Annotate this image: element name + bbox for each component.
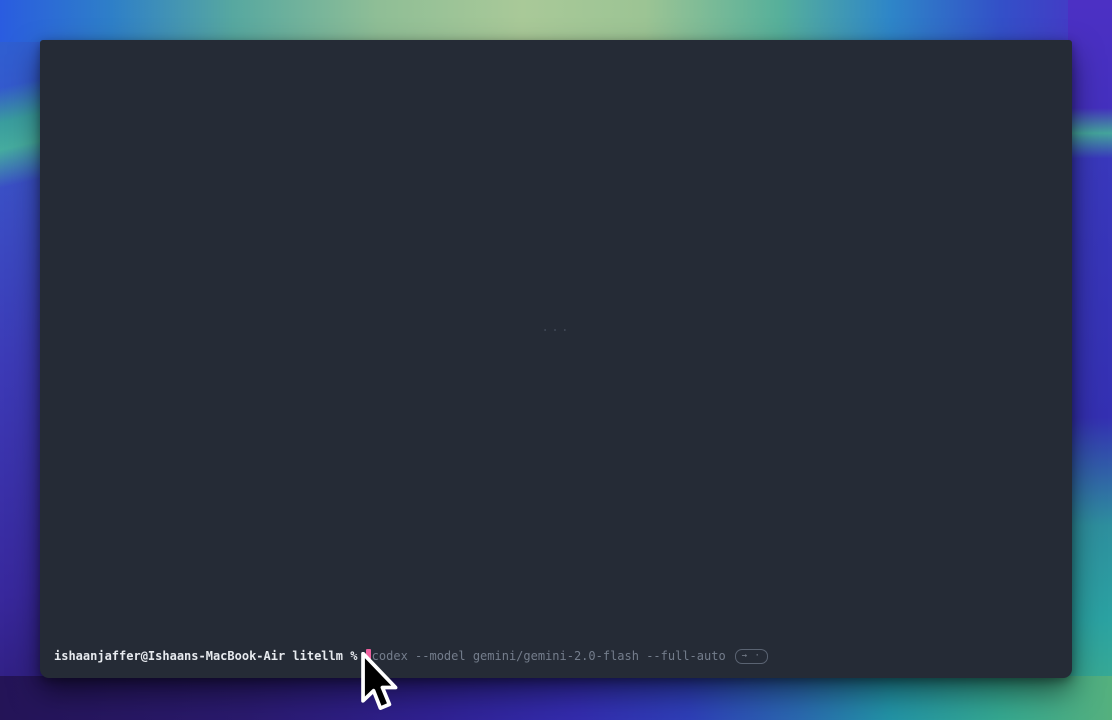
wallpaper-right-strip <box>1068 0 1112 720</box>
prompt-space <box>357 648 364 664</box>
terminal-window[interactable]: ... ishaanjaffer@Ishaans-MacBook-Air lit… <box>40 40 1072 678</box>
desktop: ... ishaanjaffer@Ishaans-MacBook-Air lit… <box>0 0 1112 720</box>
wallpaper-top-strip <box>0 0 1112 42</box>
command-autosuggestion: codex --model gemini/gemini-2.0-flash --… <box>372 648 726 664</box>
text-cursor <box>366 649 371 663</box>
shell-prompt: ishaanjaffer@Ishaans-MacBook-Air litellm… <box>54 648 357 664</box>
wallpaper-bottom-strip <box>0 676 1112 720</box>
accept-suggestion-hint-badge: → · <box>735 649 768 664</box>
loading-ellipsis: ... <box>541 320 570 335</box>
command-input-line[interactable]: ishaanjaffer@Ishaans-MacBook-Air litellm… <box>54 648 768 664</box>
